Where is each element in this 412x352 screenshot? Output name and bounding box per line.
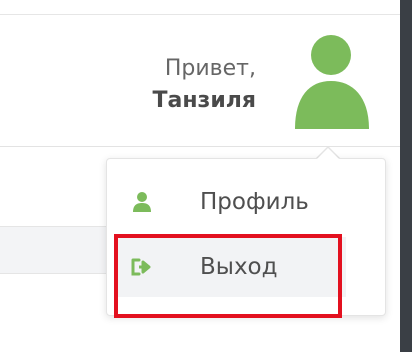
greeting-text: Привет, xyxy=(164,56,256,81)
top-border xyxy=(0,14,400,15)
header-divider xyxy=(0,146,400,147)
right-edge-panel xyxy=(400,0,412,352)
menu-item-profile[interactable]: Профиль xyxy=(118,172,346,232)
logout-highlight-box xyxy=(114,234,342,318)
menu-item-profile-label: Профиль xyxy=(200,189,309,215)
dropdown-caret-fill xyxy=(317,148,339,159)
avatar-user-icon[interactable] xyxy=(293,33,373,129)
user-icon xyxy=(118,192,166,212)
app-screen: Привет, Танзиля Профиль Выход xyxy=(0,0,412,352)
user-greeting[interactable]: Привет, Танзиля xyxy=(153,54,257,118)
user-name: Танзиля xyxy=(152,88,257,113)
